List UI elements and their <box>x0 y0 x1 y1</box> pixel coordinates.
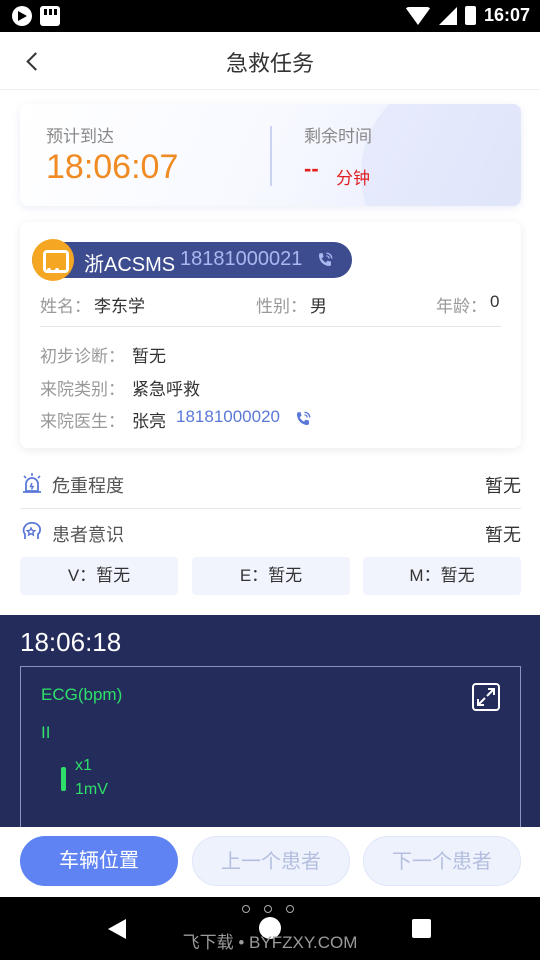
ecg-timestamp: 18:06:18 <box>20 627 122 657</box>
page-indicator <box>242 905 294 913</box>
head-brain-icon <box>22 521 41 539</box>
eta-card: 预计到达 18:06:07 剩余时间 -- 分钟 <box>20 104 521 206</box>
status-time: 16:07 <box>483 5 530 25</box>
consciousness-value: 暂无 <box>485 525 521 545</box>
status-notifications <box>12 6 60 26</box>
eta-divider <box>270 126 272 186</box>
doctor-phone[interactable]: 18181000020 <box>176 407 280 427</box>
doctor-phone-call-icon[interactable] <box>294 410 312 428</box>
remaining-unit: 分钟 <box>336 169 370 188</box>
gcs-verbal[interactable]: V：暂无 <box>20 557 178 595</box>
battery-icon <box>464 6 476 25</box>
play-store-icon <box>12 6 32 26</box>
expand-icon[interactable] <box>472 683 500 711</box>
ecg-monitor: ECG(bpm) II x1 1mV <box>20 666 521 827</box>
category-value: 紧急呼救 <box>132 380 200 399</box>
vehicle-location-button[interactable]: 车辆位置 <box>20 836 178 886</box>
gcs-eye[interactable]: E：暂无 <box>192 557 350 595</box>
wifi-icon <box>404 6 431 25</box>
name-label: 姓名： <box>40 297 91 316</box>
doctor-name: 张亮 <box>132 412 166 431</box>
page-title: 急救任务 <box>225 51 314 76</box>
eta-label: 预计到达 <box>46 127 114 146</box>
consciousness-label: 患者意识 <box>52 525 124 545</box>
app-header: 急救任务 <box>0 32 540 90</box>
patient-divider <box>40 326 501 327</box>
ecg-gain: x1 <box>75 757 92 774</box>
next-patient-button[interactable]: 下一个患者 <box>363 836 521 886</box>
remaining-label: 剩余时间 <box>304 127 372 146</box>
action-bar: 车辆位置 上一个患者 下一个患者 <box>0 827 540 897</box>
gender-label: 性别： <box>256 297 307 316</box>
ecg-amplitude: 1mV <box>75 781 108 798</box>
diagnosis-value: 暂无 <box>132 347 166 366</box>
ambulance-icon <box>32 239 74 281</box>
severity-row[interactable]: 危重程度 暂无 <box>20 459 521 507</box>
category-label: 来院类别： <box>40 380 125 399</box>
system-nav-bar: 飞下载 • BYFZXY.COM <box>0 897 540 960</box>
severity-value: 暂无 <box>485 476 521 496</box>
vehicle-plate: 浙ACSMS <box>84 254 176 276</box>
severity-label: 危重程度 <box>52 476 124 496</box>
remaining-value: -- <box>304 156 319 181</box>
page-dot <box>264 905 272 913</box>
ecg-lead: II <box>41 723 51 742</box>
page-dot <box>242 905 250 913</box>
signal-icon <box>438 6 457 25</box>
sim-card-icon <box>40 6 60 26</box>
patient-age: 0 <box>490 292 500 311</box>
alarm-icon <box>23 473 41 493</box>
patient-gender: 男 <box>310 297 327 316</box>
patient-name: 李东学 <box>94 297 145 316</box>
watermark: 飞下载 • BYFZXY.COM <box>182 933 358 952</box>
consciousness-row[interactable]: 患者意识 暂无 <box>20 508 521 556</box>
page-dot <box>286 905 294 913</box>
prev-patient-button[interactable]: 上一个患者 <box>192 836 350 886</box>
ecg-title: ECG(bpm) <box>41 685 123 704</box>
status-bar: 16:07 <box>0 0 540 32</box>
doctor-label: 来院医生： <box>40 412 125 431</box>
ecg-scale-bar <box>61 767 66 791</box>
status-indicators: 16:07 <box>404 5 530 26</box>
eta-time: 18:06:07 <box>46 148 179 186</box>
gcs-motor[interactable]: M：暂无 <box>363 557 521 595</box>
diagnosis-label: 初步诊断： <box>40 347 125 366</box>
patient-card: 浙ACSMS 18181000021 姓名： 李东学 性别： 男 年龄： 0 初… <box>20 222 521 448</box>
vehicle-badge[interactable]: 浙ACSMS 18181000021 <box>32 239 352 281</box>
ecg-panel: 18:06:18 ECG(bpm) II x1 1mV <box>0 615 540 827</box>
vehicle-phone: 18181000021 <box>180 248 303 270</box>
phone-call-icon[interactable] <box>316 251 334 269</box>
age-label: 年龄： <box>436 297 487 316</box>
